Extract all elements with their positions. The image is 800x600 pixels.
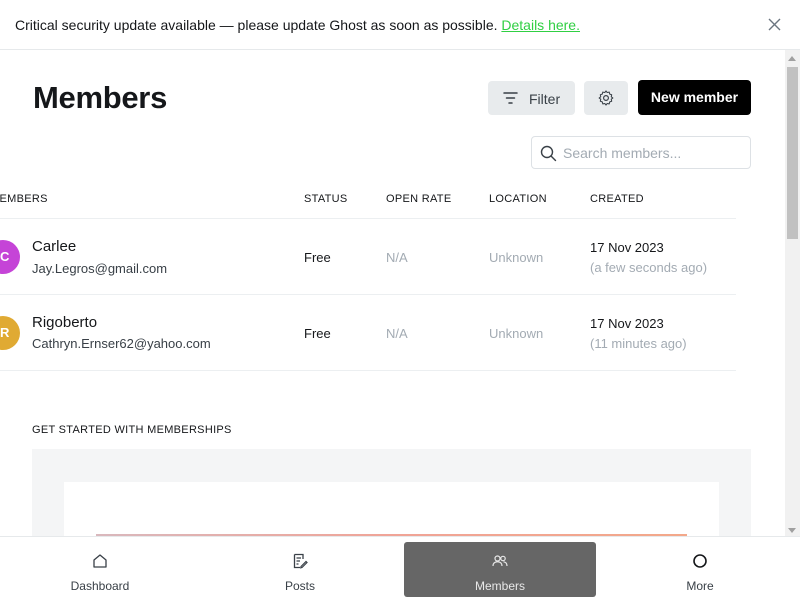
- close-icon[interactable]: [766, 16, 783, 33]
- search-box[interactable]: [531, 136, 751, 169]
- table-row[interactable]: R Rigoberto Cathryn.Ernser62@yahoo.com F…: [0, 295, 736, 371]
- nav-item-more[interactable]: More: [604, 542, 796, 597]
- settings-button[interactable]: [584, 81, 628, 115]
- nav-item-members[interactable]: Members: [404, 542, 596, 597]
- nav-item-dashboard[interactable]: Dashboard: [4, 542, 196, 597]
- search-input[interactable]: [563, 143, 743, 163]
- nav-label-posts: Posts: [284, 579, 315, 593]
- new-member-button[interactable]: New member: [638, 80, 751, 115]
- scrollbar-thumb[interactable]: [787, 67, 798, 239]
- column-header-open-rate[interactable]: OPEN RATE: [386, 193, 451, 205]
- avatar: R: [0, 316, 20, 350]
- security-banner: Critical security update available — ple…: [0, 0, 800, 50]
- gear-icon: [598, 90, 614, 106]
- banner-message: Critical security update available — ple…: [15, 17, 580, 33]
- member-email: Cathryn.Ernser62@yahoo.com: [32, 336, 211, 351]
- banner-message-text: Critical security update available — ple…: [15, 17, 498, 33]
- filter-button[interactable]: Filter: [488, 81, 575, 115]
- member-open-rate: N/A: [386, 250, 408, 265]
- bottom-nav: Dashboard Posts Members More: [0, 536, 800, 600]
- member-email: Jay.Legros@gmail.com: [32, 261, 168, 276]
- member-created-date: 17 Nov 2023: [590, 240, 664, 255]
- member-name: Carlee: [32, 238, 77, 255]
- nav-label-dashboard: Dashboard: [70, 579, 130, 593]
- table-row[interactable]: C Carlee Jay.Legros@gmail.com Free N/A U…: [0, 219, 736, 295]
- member-status: Free: [304, 326, 331, 341]
- get-started-panel: [32, 449, 751, 562]
- search-icon: [540, 145, 557, 162]
- page-title: Members: [33, 80, 168, 115]
- nav-label-members: Members: [474, 579, 525, 593]
- column-header-location[interactable]: LOCATION: [489, 193, 547, 205]
- scroll-down-arrow-icon[interactable]: [788, 528, 796, 533]
- avatar: C: [0, 240, 20, 274]
- home-icon: [93, 554, 107, 568]
- scrollbar[interactable]: [785, 50, 800, 538]
- member-name: Rigoberto: [32, 314, 98, 331]
- get-started-heading: GET STARTED WITH MEMBERSHIPS: [32, 424, 232, 436]
- member-location: Unknown: [489, 326, 544, 341]
- column-header-status[interactable]: STATUS: [304, 193, 348, 205]
- avatar-initial: C: [0, 249, 10, 264]
- member-created-date: 17 Nov 2023: [590, 316, 664, 331]
- nav-item-posts[interactable]: Posts: [204, 542, 396, 597]
- banner-details-link[interactable]: Details here.: [501, 17, 580, 33]
- member-status: Free: [304, 250, 331, 265]
- member-created-relative: (11 minutes ago): [590, 336, 687, 351]
- column-header-members[interactable]: MEMBERS: [0, 193, 48, 205]
- column-header-created[interactable]: CREATED: [590, 193, 644, 205]
- member-created-relative: (a few seconds ago): [590, 260, 708, 275]
- member-open-rate: N/A: [386, 326, 408, 341]
- filter-label: Filter: [529, 91, 561, 107]
- filter-icon: [503, 92, 518, 104]
- avatar-initial: R: [0, 325, 10, 340]
- nav-label-more: More: [686, 579, 714, 593]
- members-icon: [492, 555, 508, 567]
- member-location: Unknown: [489, 250, 544, 265]
- circle-icon: [693, 554, 707, 568]
- posts-icon: [293, 553, 308, 569]
- scroll-up-arrow-icon[interactable]: [788, 56, 796, 61]
